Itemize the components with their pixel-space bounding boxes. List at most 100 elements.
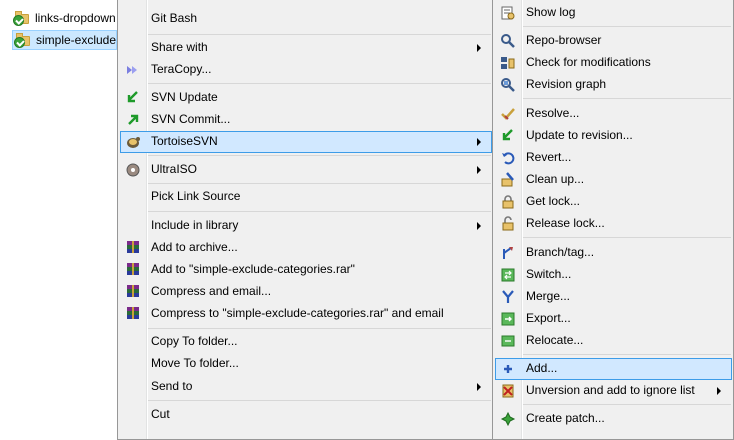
menu-item-label: Copy To folder... [151, 334, 238, 348]
menu-item-clean-up[interactable]: Clean up... [495, 169, 731, 191]
revision-graph-icon [499, 76, 517, 94]
show-log-icon [499, 4, 517, 22]
menu-item-label: SVN Commit... [151, 112, 231, 126]
menu-item-label: Merge... [526, 289, 571, 303]
patch-icon [499, 410, 517, 428]
menu-item-relocate[interactable]: Relocate... [495, 330, 731, 352]
menu-item-label: Update to revision... [526, 128, 633, 142]
ignore-icon [499, 382, 517, 400]
menu-item-label: Clean up... [526, 172, 585, 186]
menu-item-send-to[interactable]: Send to [120, 376, 491, 398]
menu-item-label: Create patch... [526, 411, 605, 425]
svn-commit-icon [124, 111, 142, 129]
menu-item-merge[interactable]: Merge... [495, 286, 731, 308]
teracopy-icon [124, 61, 142, 79]
versioned-folder-icon [14, 32, 31, 48]
menu-item-label: Include in library [151, 218, 239, 232]
menu-item-compress-email[interactable]: Compress and email... [120, 281, 491, 303]
file-list: links-dropdown simple-exclude-categories [0, 0, 118, 434]
menu-item-include-in-library[interactable]: Include in library [120, 215, 491, 237]
menu-item-resolve[interactable]: Resolve... [495, 103, 731, 125]
menu-item-label: Release lock... [526, 216, 605, 230]
tortoisesvn-submenu: Show log Repo-browser Check for modifica… [492, 0, 734, 440]
branch-icon [499, 244, 517, 262]
menu-item-check-modifications[interactable]: Check for modifications [495, 52, 731, 74]
menu-item-label: Revert... [526, 150, 572, 164]
menu-item-create-patch[interactable]: Create patch... [495, 408, 731, 430]
menu-item-label: Cut [151, 407, 170, 421]
submenu-arrow-icon [477, 222, 481, 230]
menu-item-label: Add to "simple-exclude-categories.rar" [151, 262, 355, 276]
add-icon [499, 360, 517, 378]
menu-item-label: SVN Update [151, 90, 218, 104]
menu-item-label: Switch... [526, 267, 572, 281]
menu-item-add-to-archive[interactable]: Add to archive... [120, 237, 491, 259]
menu-item-teracopy[interactable]: TeraCopy... [120, 59, 491, 81]
menu-item-label: Compress to "simple-exclude-categories.r… [151, 306, 444, 320]
merge-icon [499, 288, 517, 306]
menu-item-add-to-rar[interactable]: Add to "simple-exclude-categories.rar" [120, 259, 491, 281]
file-name: links-dropdown [35, 11, 116, 25]
update-revision-icon [499, 127, 517, 145]
context-menu: Git Bash Share with TeraCopy... SVN Upda… [117, 0, 494, 440]
file-item-simple-exclude-categories[interactable]: simple-exclude-categories [12, 30, 117, 50]
ultraiso-icon [124, 161, 142, 179]
file-item-links-dropdown[interactable]: links-dropdown [12, 8, 117, 28]
menu-item-cut[interactable]: Cut [120, 404, 491, 426]
svn-update-icon [124, 89, 142, 107]
menu-item-release-lock[interactable]: Release lock... [495, 213, 731, 235]
menu-item-label: Send to [151, 379, 193, 393]
clean-up-icon [499, 171, 517, 189]
menu-item-svn-commit[interactable]: SVN Commit... [120, 109, 491, 131]
menu-item-label: Compress and email... [151, 284, 272, 298]
menu-item-label: TortoiseSVN [151, 134, 218, 148]
menu-item-git-bash[interactable]: Git Bash [120, 8, 491, 30]
winrar-icon [124, 283, 142, 301]
menu-item-show-log[interactable]: Show log [495, 2, 731, 24]
relocate-icon [499, 332, 517, 350]
winrar-icon [124, 239, 142, 257]
menu-item-label: TeraCopy... [151, 62, 212, 76]
menu-item-label: Move To folder... [151, 356, 239, 370]
menu-item-revision-graph[interactable]: Revision graph [495, 74, 731, 96]
menu-item-revert[interactable]: Revert... [495, 147, 731, 169]
menu-item-label: Get lock... [526, 194, 581, 208]
menu-item-unversion-ignore[interactable]: Unversion and add to ignore list [495, 380, 731, 402]
versioned-folder-icon [13, 10, 30, 26]
menu-item-get-lock[interactable]: Get lock... [495, 191, 731, 213]
menu-item-compress-rar-email[interactable]: Compress to "simple-exclude-categories.r… [120, 303, 491, 325]
menu-item-label: Revision graph [526, 77, 607, 91]
menu-item-svn-update[interactable]: SVN Update [120, 87, 491, 109]
menu-item-update-to-revision[interactable]: Update to revision... [495, 125, 731, 147]
submenu-arrow-icon [477, 166, 481, 174]
submenu-arrow-icon [717, 387, 721, 395]
tortoise-icon [124, 133, 142, 151]
menu-item-share-with[interactable]: Share with [120, 37, 491, 59]
menu-item-label: Unversion and add to ignore list [526, 383, 695, 397]
switch-icon [499, 266, 517, 284]
check-modifications-icon [499, 54, 517, 72]
export-icon [499, 310, 517, 328]
menu-item-label: Branch/tag... [526, 245, 595, 259]
repo-browser-icon [499, 32, 517, 50]
menu-item-add[interactable]: Add... [495, 358, 732, 380]
menu-item-label: UltraISO [151, 162, 198, 176]
menu-item-switch[interactable]: Switch... [495, 264, 731, 286]
menu-item-label: Relocate... [526, 333, 584, 347]
menu-item-label: Git Bash [151, 11, 198, 25]
revert-icon [499, 149, 517, 167]
menu-item-tortoisesvn[interactable]: TortoiseSVN [120, 131, 492, 153]
winrar-icon [124, 305, 142, 323]
menu-item-repo-browser[interactable]: Repo-browser [495, 30, 731, 52]
submenu-arrow-icon [477, 138, 481, 146]
lock-icon [499, 193, 517, 211]
menu-item-move-to-folder[interactable]: Move To folder... [120, 353, 491, 375]
menu-item-ultraiso[interactable]: UltraISO [120, 159, 491, 181]
menu-item-label: Add to archive... [151, 240, 238, 254]
unlock-icon [499, 215, 517, 233]
menu-item-pick-link-source[interactable]: Pick Link Source [120, 186, 491, 208]
menu-item-branch-tag[interactable]: Branch/tag... [495, 242, 731, 264]
menu-item-export[interactable]: Export... [495, 308, 731, 330]
menu-item-copy-to-folder[interactable]: Copy To folder... [120, 331, 491, 353]
menu-item-label: Share with [151, 40, 208, 54]
